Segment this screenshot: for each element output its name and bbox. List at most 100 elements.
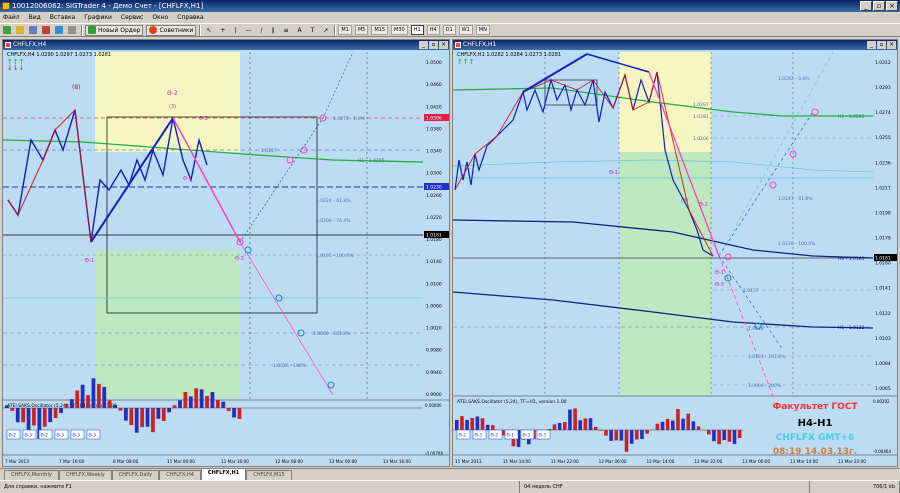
oscillator-bar xyxy=(210,392,215,408)
tab-chflfx-monthly[interactable]: CHFLFX,Monthly xyxy=(4,470,59,480)
fib-label: 1.0165 - 100.0% xyxy=(316,253,354,259)
menu-charts[interactable]: Графики xyxy=(84,14,112,21)
watermark-overlay: Факультет ГОСТ H4-H1 CHFLFX GMT+6 08:19 … xyxy=(740,402,890,457)
chart-minimize-button[interactable]: _ xyxy=(419,41,428,49)
oscillator-bar xyxy=(614,430,619,441)
label-icon[interactable]: T xyxy=(308,25,318,36)
wave-label: Θ-1 xyxy=(609,170,618,176)
chart-info-h4: CHFLFX,H4 1.0290 1.0297 1.0273 1.0281 ↑↑… xyxy=(7,52,111,72)
oscillator-bar xyxy=(21,408,26,423)
price-tick-label: 1.0140 xyxy=(426,259,442,265)
fib-label: 1.0157 xyxy=(743,288,759,294)
tf-h1[interactable]: H1 xyxy=(410,25,424,35)
trendline-icon[interactable]: / xyxy=(257,25,265,36)
oscillator-bar xyxy=(722,430,727,441)
channel-icon[interactable]: ∥ xyxy=(269,25,278,36)
cursor-icon[interactable]: ↖ xyxy=(203,25,214,36)
open-icon[interactable] xyxy=(16,26,24,34)
time-tick-label: 12 Mar 08:00 xyxy=(275,459,303,464)
crosshair-icon[interactable]: + xyxy=(217,25,228,36)
oscillator-bar xyxy=(475,416,480,430)
oscillator-bar xyxy=(188,396,193,408)
tab-chflfx-m15[interactable]: CHFLFX,M15 xyxy=(246,470,292,480)
new-chart-icon[interactable] xyxy=(3,26,11,34)
trend-arrows-down: ↓↓↓ xyxy=(7,64,25,72)
oscillator-bar xyxy=(140,408,145,428)
oscillator-bar xyxy=(91,378,96,408)
tf-m5[interactable]: M5 xyxy=(354,25,369,35)
price-tick-label: 1.0179 xyxy=(875,236,891,242)
market-watch-icon[interactable] xyxy=(42,26,50,34)
tab-chflfx-h1[interactable]: CHFLFX,H1 xyxy=(200,468,247,480)
chart-close-button[interactable]: × xyxy=(887,41,896,49)
chart-maximize-button[interactable]: ▫ xyxy=(429,41,438,49)
tf-w1[interactable]: W1 xyxy=(458,25,473,35)
status-traffic: 706/1 kb xyxy=(810,481,900,493)
time-tick-label: 13 Mar 06:00 xyxy=(742,459,770,464)
wave-label: Θ-1 xyxy=(183,176,192,182)
price-tick-label: 1.0065 xyxy=(875,386,891,392)
chart-tabs: CHFLFX,Monthly CHFLFX,Weekly CHFLFX,Dail… xyxy=(0,468,900,480)
close-button[interactable]: × xyxy=(886,1,898,11)
chart-window-h4[interactable]: CHFLFX,H4 _ ▫ × (8) Θ-2 (3) Θ-1 Θ-3 Θ-2 … xyxy=(2,39,450,467)
arrow-icon[interactable]: ➚ xyxy=(320,25,331,36)
oscillator-bar xyxy=(161,408,166,421)
profiles-icon[interactable] xyxy=(29,26,37,34)
menu-file[interactable]: Файл xyxy=(3,14,20,21)
price-tick-label: 1.0500 xyxy=(426,60,442,66)
menu-help[interactable]: Справка xyxy=(177,14,203,21)
osc-tag-label: Θ-1 xyxy=(507,433,515,438)
chart-plot-h4[interactable]: (8) Θ-2 (3) Θ-1 Θ-3 Θ-2 Θ-1 1.0227 1.022… xyxy=(3,50,449,466)
tab-chflfx-weekly[interactable]: CHFLFX,Weekly xyxy=(58,470,112,480)
fibo-icon[interactable]: ≡ xyxy=(281,25,292,36)
oscillator-bar xyxy=(691,421,696,430)
terminal-icon[interactable] xyxy=(68,26,76,34)
minimize-button[interactable]: _ xyxy=(860,1,872,11)
maximize-button[interactable]: ▫ xyxy=(873,1,885,11)
oscillator-bar xyxy=(696,426,701,430)
price-tick-label: 1.0274 xyxy=(875,110,891,116)
tab-chflfx-h4[interactable]: CHFLFX,H4 xyxy=(159,470,201,480)
time-tick-label: 7 Mar 16:00 xyxy=(59,459,85,464)
price-tick-label: 1.0084 xyxy=(875,361,891,367)
time-tick-label: 12 Mar 14:00 xyxy=(647,459,675,464)
chart-maximize-button[interactable]: ▫ xyxy=(877,41,886,49)
menu-window[interactable]: Окно xyxy=(152,14,168,21)
fib-label: 1.0026 - 180% xyxy=(273,363,307,369)
menu-insert[interactable]: Вставка xyxy=(50,14,75,21)
menu-tools[interactable]: Сервис xyxy=(121,14,143,21)
vertical-line-icon[interactable]: | xyxy=(231,25,239,36)
time-tick-label: 13 Mar 14:00 xyxy=(790,459,818,464)
text-icon[interactable]: A xyxy=(295,25,305,36)
tf-m30[interactable]: M30 xyxy=(391,25,408,35)
price-tick-label: 1.0312 xyxy=(875,60,891,66)
tf-mn[interactable]: MN xyxy=(475,25,490,35)
overlay-timestamp: 08:19 14.03.13г. xyxy=(772,447,858,457)
fib-label: 1.0224 - 61.8% xyxy=(316,198,351,204)
marker-circle xyxy=(769,181,777,189)
advisors-button[interactable]: Советники xyxy=(146,24,197,36)
price-tick-label: 1.0260 xyxy=(426,193,442,199)
osc-tag-label: Θ-3 xyxy=(475,433,483,438)
chart-header-h4: CHFLFX,H4 _ ▫ × xyxy=(3,40,449,50)
tf-m1[interactable]: M1 xyxy=(338,25,352,35)
oscillator-bar xyxy=(629,430,634,444)
menu-view[interactable]: Вид xyxy=(29,14,41,21)
tf-d1[interactable]: D1 xyxy=(442,25,456,35)
chart-close-button[interactable]: × xyxy=(439,41,448,49)
navigator-icon[interactable] xyxy=(55,26,63,34)
oscillator-bar xyxy=(712,430,716,442)
chart-minimize-button[interactable]: _ xyxy=(867,41,876,49)
time-axis-labels: 11 Mar 2013 11 Mar 14:00 11 Mar 22:00 12 Ma… xyxy=(455,459,866,464)
advisors-icon xyxy=(149,26,158,34)
tf-m15[interactable]: M15 xyxy=(371,25,389,35)
tf-h4[interactable]: H4 xyxy=(426,25,440,35)
projection-line xyxy=(322,51,354,119)
oscillator-bar xyxy=(707,430,711,435)
oscillator-bar xyxy=(470,418,475,430)
new-order-button[interactable]: Новый Ордер xyxy=(85,24,144,36)
tab-chflfx-daily[interactable]: CHFLFX,Daily xyxy=(111,470,160,480)
horizontal-line-icon[interactable]: — xyxy=(242,25,254,36)
oscillator-bar xyxy=(124,408,128,421)
projection-line xyxy=(239,241,334,396)
